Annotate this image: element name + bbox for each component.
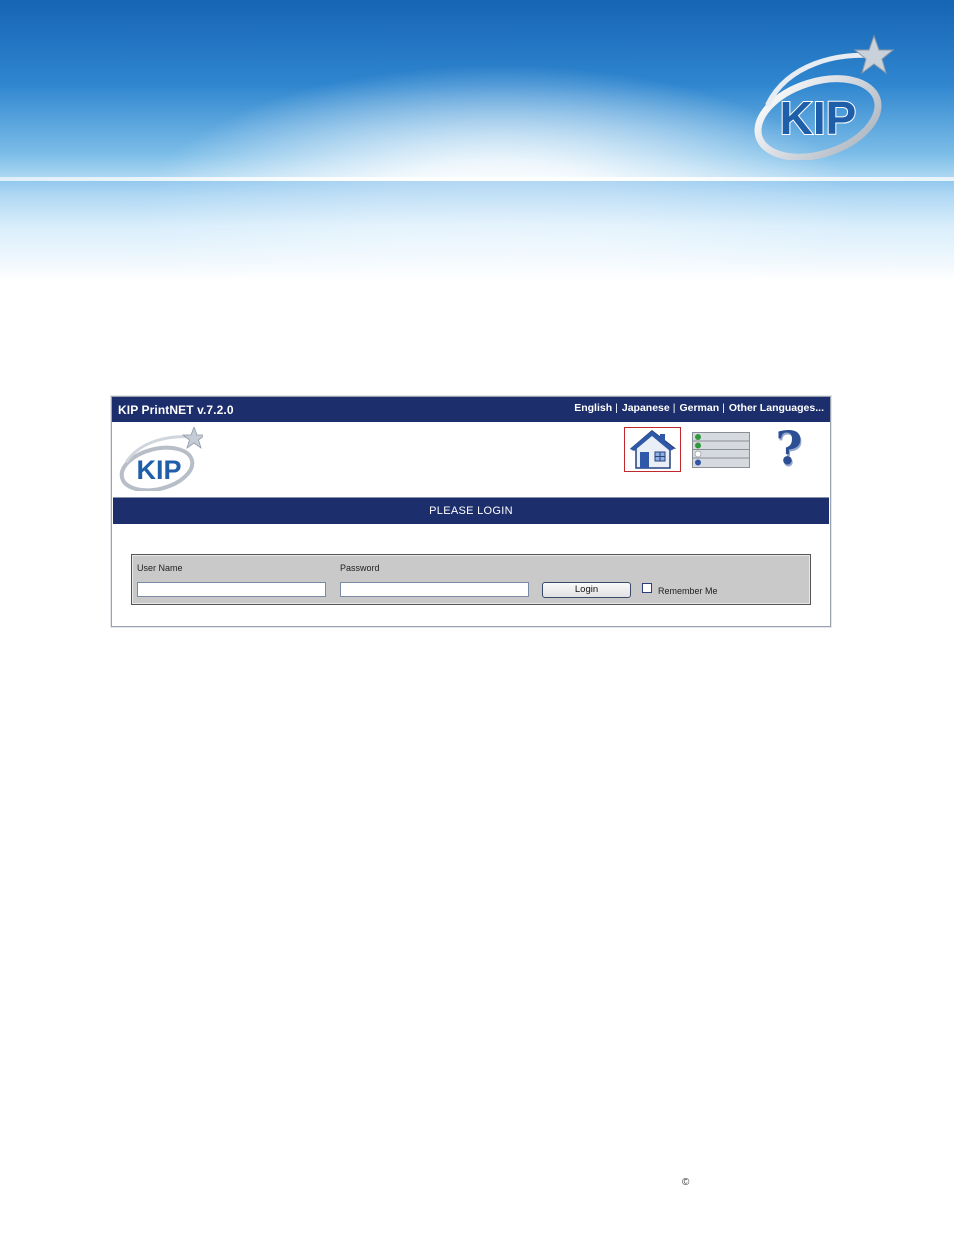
login-title: PLEASE LOGIN (429, 505, 513, 517)
remember-me-checkbox[interactable] (642, 583, 652, 593)
lang-other-link[interactable]: Other Languages... (729, 402, 824, 414)
help-button[interactable]: ? (774, 424, 804, 472)
home-button[interactable] (624, 427, 681, 472)
app-title: KIP PrintNET v.7.2.0 (118, 403, 234, 417)
print-queue-button[interactable] (692, 432, 750, 468)
password-label: Password (340, 563, 380, 573)
banner-lower-band (0, 181, 954, 280)
header-banner: KIP (0, 0, 954, 280)
username-input[interactable] (137, 582, 326, 597)
svg-text:KIP: KIP (136, 455, 181, 485)
svg-text:KIP: KIP (780, 92, 857, 144)
login-button[interactable]: Login (542, 582, 631, 598)
login-form: User Name Password Login Remember Me (131, 554, 811, 605)
home-icon (629, 430, 677, 469)
copyright-symbol: © (682, 1177, 690, 1188)
username-label: User Name (137, 563, 183, 573)
language-links: English | Japanese | German | Other Languages.… (574, 402, 824, 414)
remember-me-label: Remember Me (658, 586, 718, 596)
login-header-bar: PLEASE LOGIN (113, 497, 829, 524)
help-icon: ? (775, 421, 803, 475)
lang-japanese-link[interactable]: Japanese (622, 402, 670, 414)
print-queue-icon (692, 432, 750, 468)
lang-english-link[interactable]: English (574, 402, 612, 414)
printnet-window: KIP PrintNET v.7.2.0 English | Japanese | Ge… (111, 396, 831, 627)
password-input[interactable] (340, 582, 529, 597)
logo-area: KIP ? (112, 422, 830, 496)
kip-banner-logo: KIP (754, 34, 894, 160)
kip-app-logo: KIP (119, 427, 203, 491)
lang-german-link[interactable]: German (679, 402, 719, 414)
top-nav-bar: KIP PrintNET v.7.2.0 English | Japanese | Ge… (112, 397, 830, 422)
